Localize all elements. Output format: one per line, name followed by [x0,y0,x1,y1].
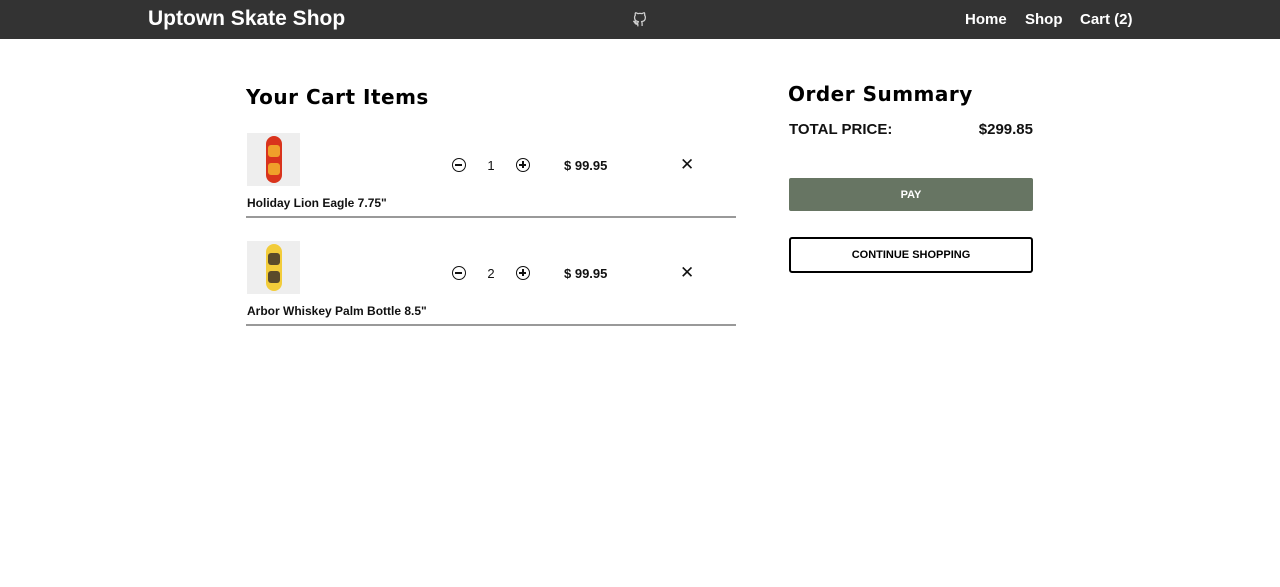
product-name[interactable]: Arbor Whiskey Palm Bottle 8.5" [247,304,427,318]
nav-shop-link[interactable]: Shop [1025,11,1063,28]
top-navbar: Uptown Skate Shop Home Shop Cart (2) [0,0,1280,39]
increment-quantity-button[interactable] [516,158,530,172]
product-thumbnail[interactable] [247,133,300,186]
total-price-label: TOTAL PRICE: [789,121,893,138]
product-thumbnail[interactable] [247,241,300,294]
cart-item-row: Holiday Lion Eagle 7.75" 1 $ 99.95 ✕ [246,133,736,218]
increment-quantity-button[interactable] [516,266,530,280]
pay-button[interactable]: PAY [789,178,1033,211]
github-icon[interactable] [632,11,649,28]
continue-shopping-button[interactable]: CONTINUE SHOPPING [789,237,1033,273]
total-price-value: $299.85 [978,121,1033,138]
remove-item-button[interactable]: ✕ [680,264,694,281]
quantity-value: 1 [487,158,495,173]
skateboard-deck-image [266,136,282,183]
product-name[interactable]: Holiday Lion Eagle 7.75" [247,196,387,210]
brand-logo-link[interactable]: Uptown Skate Shop [148,7,345,31]
remove-item-button[interactable]: ✕ [680,156,694,173]
nav-cart-link[interactable]: Cart (2) [1080,11,1133,28]
decrement-quantity-button[interactable] [452,266,466,280]
order-summary-title: Order Summary [788,82,973,106]
nav-home-link[interactable]: Home [965,11,1007,28]
cart-item-row: Arbor Whiskey Palm Bottle 8.5" 2 $ 99.95… [246,241,736,326]
quantity-value: 2 [487,266,495,281]
decrement-quantity-button[interactable] [452,158,466,172]
item-price: $ 99.95 [564,158,608,173]
cart-title: Your Cart Items [246,85,429,109]
item-price: $ 99.95 [564,266,608,281]
skateboard-deck-image [266,244,282,291]
